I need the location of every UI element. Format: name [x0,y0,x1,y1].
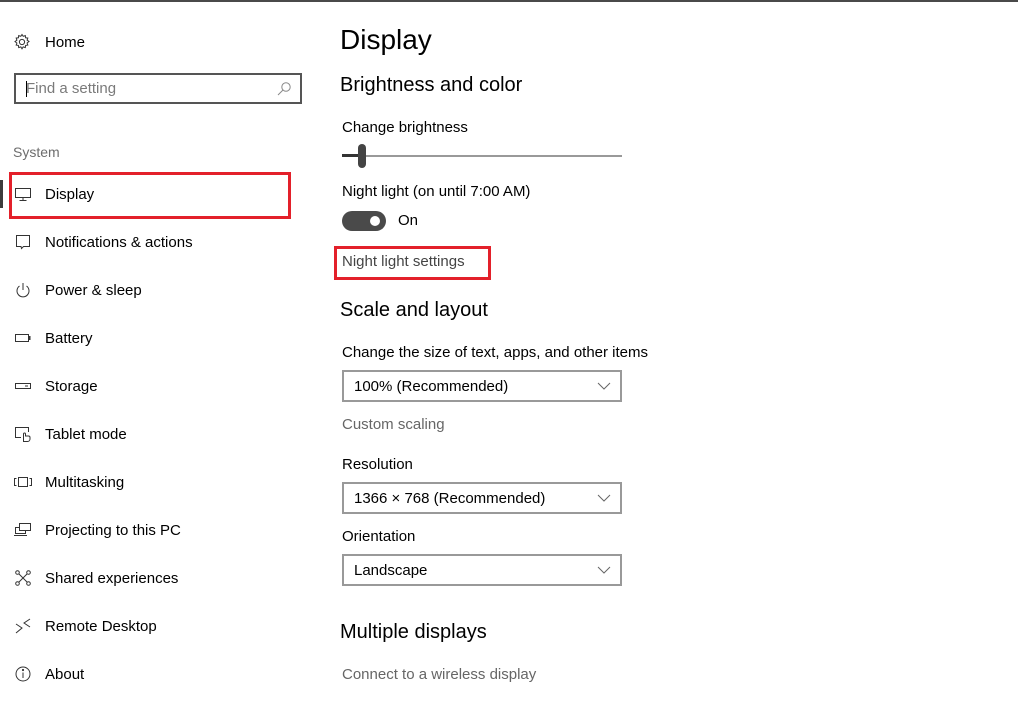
search-icon[interactable] [276,81,292,97]
chevron-down-icon [597,382,611,390]
chevron-down-icon [597,494,611,502]
main-content: Display Brightness and color Change brig… [334,0,1018,701]
sidebar-item-multitasking[interactable]: Multitasking [0,458,320,506]
section-heading-brightness: Brightness and color [340,74,523,96]
info-icon [13,664,33,684]
resolution-value: 1366 × 768 (Recommended) [354,489,546,507]
sidebar-item-label: About [45,665,85,683]
night-light-state: On [398,212,419,229]
tablet-mode-icon [13,424,33,444]
night-light-settings-link[interactable]: Night light settings [342,253,465,270]
night-light-label: Night light (on until 7:00 AM) [342,183,531,200]
resolution-label: Resolution [342,456,413,473]
sidebar-item-label: Display [45,185,95,203]
orientation-value: Landscape [354,561,428,579]
slider-track [342,155,622,157]
sidebar-item-label: Shared experiences [45,569,179,587]
custom-scaling-link[interactable]: Custom scaling [342,416,445,433]
gear-icon [12,32,32,52]
sidebar-item-projecting[interactable]: Projecting to this PC [0,506,320,554]
sidebar-item-label: Battery [45,329,93,347]
shared-experiences-icon [13,568,33,588]
home-link[interactable]: Home [12,29,85,55]
sidebar-item-battery[interactable]: Battery [0,314,320,362]
search-input[interactable] [26,80,276,97]
brightness-slider[interactable] [342,144,622,168]
sidebar-item-shared-experiences[interactable]: Shared experiences [0,554,320,602]
size-label: Change the size of text, apps, and other… [342,344,649,361]
sidebar-item-label: Projecting to this PC [45,521,181,539]
section-heading-multiple-displays: Multiple displays [340,621,487,643]
sidebar-item-display[interactable]: Display [0,170,320,218]
sidebar-item-label: Remote Desktop [45,617,157,635]
section-label-system: System [13,144,60,160]
night-light-toggle[interactable] [342,211,386,231]
chevron-down-icon [597,566,611,574]
orientation-label: Orientation [342,528,416,545]
sidebar-item-tablet-mode[interactable]: Tablet mode [0,410,320,458]
scale-value: 100% (Recommended) [354,377,509,395]
sidebar-item-label: Tablet mode [45,425,127,443]
multitasking-icon [13,472,33,492]
projecting-icon [13,520,33,540]
sidebar: Home System Display [0,0,320,701]
toggle-knob [370,216,380,226]
sidebar-nav: Display Notifications & actions Power & … [0,170,320,698]
sidebar-item-remote-desktop[interactable]: Remote Desktop [0,602,320,650]
search-box[interactable] [14,73,302,104]
sidebar-item-label: Multitasking [45,473,125,491]
orientation-dropdown[interactable]: Landscape [342,554,622,586]
monitor-icon [13,184,33,204]
remote-desktop-icon [13,616,33,636]
sidebar-item-label: Notifications & actions [45,233,193,251]
sidebar-item-label: Storage [45,377,98,395]
notification-icon [13,232,33,252]
connect-wireless-display-link[interactable]: Connect to a wireless display [342,666,536,683]
section-heading-scale: Scale and layout [340,299,488,321]
scale-dropdown[interactable]: 100% (Recommended) [342,370,622,402]
brightness-label: Change brightness [342,119,468,136]
battery-icon [13,328,33,348]
sidebar-item-about[interactable]: About [0,650,320,698]
text-caret [26,81,27,97]
power-icon [13,280,33,300]
page-title: Display [340,24,432,55]
sidebar-item-notifications[interactable]: Notifications & actions [0,218,320,266]
sidebar-item-storage[interactable]: Storage [0,362,320,410]
resolution-dropdown[interactable]: 1366 × 768 (Recommended) [342,482,622,514]
storage-icon [13,376,33,396]
sidebar-item-power-sleep[interactable]: Power & sleep [0,266,320,314]
home-label: Home [45,33,86,51]
sidebar-item-label: Power & sleep [45,281,142,299]
selection-indicator [0,180,3,208]
slider-thumb[interactable] [358,144,366,168]
